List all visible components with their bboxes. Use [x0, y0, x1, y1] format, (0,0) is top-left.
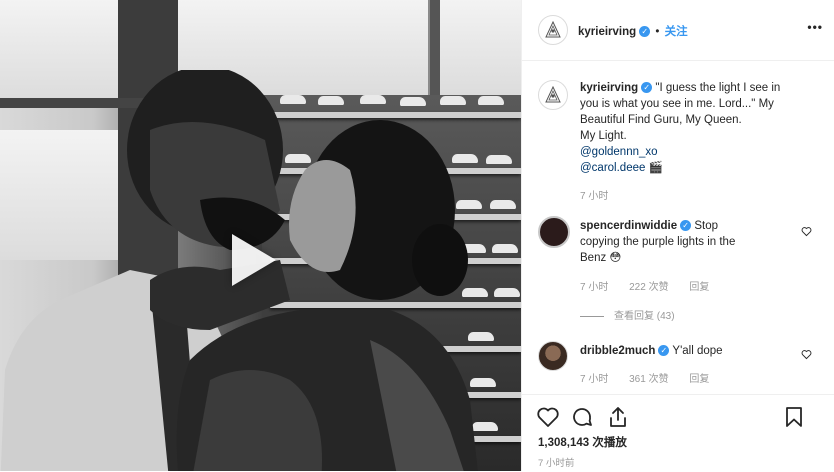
action-bar: 1,308,143 次播放 7 小时前 [522, 394, 834, 472]
verified-icon: ✓ [680, 220, 692, 232]
commenter-avatar[interactable] [538, 341, 568, 371]
avatar[interactable] [538, 15, 568, 45]
comment-username[interactable]: spencerdinwiddie [580, 220, 677, 232]
comment-username[interactable]: dribble2much [580, 345, 655, 357]
shoe [490, 200, 516, 209]
bookmark-icon[interactable] [782, 405, 806, 429]
view-replies-label[interactable]: 查看回复 (43) [614, 311, 675, 322]
username-link[interactable]: kyrieirving [578, 26, 636, 38]
caption-username[interactable]: kyrieirving [580, 82, 638, 94]
comment: dribble2much ✓ Y'all dope [580, 343, 790, 359]
more-options-button[interactable]: ••• [807, 20, 823, 34]
comment-time: 7 小时 [580, 282, 609, 293]
shoe [318, 96, 344, 105]
caption-time: 7 小时 [580, 191, 609, 202]
shoe [494, 288, 520, 297]
caption-line: "I guess the light I see in [655, 82, 781, 94]
window-right [440, 0, 521, 95]
caption: kyrieirving ✓ "I guess the light I see in… [580, 80, 825, 176]
play-icon[interactable] [232, 234, 276, 286]
shoe [440, 96, 466, 105]
verified-icon: ✓ [641, 82, 653, 94]
view-count[interactable]: 1,308,143 次播放 [538, 434, 627, 450]
shoe [492, 244, 518, 253]
comment-time: 7 小时 [580, 374, 609, 385]
woman-figure [150, 120, 478, 471]
separator-dot: • [655, 26, 660, 38]
shoe [478, 96, 504, 105]
shoe [400, 97, 426, 106]
post-header: kyrieirving ✓ • 关注 ••• [522, 0, 834, 61]
avatar[interactable] [538, 80, 568, 110]
verified-icon: ✓ [639, 26, 651, 38]
verified-icon: ✓ [658, 345, 670, 357]
comment-likes[interactable]: 222 次赞 [629, 282, 668, 293]
mention-link[interactable]: @goldennn_xo [580, 146, 658, 158]
comment-like-icon[interactable] [801, 226, 812, 237]
reply-button[interactable]: 回复 [689, 374, 709, 385]
comment-icon[interactable] [570, 405, 594, 429]
heart-icon[interactable] [536, 405, 560, 429]
logo-icon [545, 86, 561, 103]
window-frame-vert [430, 0, 440, 100]
post-side-panel: kyrieirving ✓ • 关注 ••• kyrieirving ✓ "I gu… [521, 0, 834, 471]
header-user: kyrieirving ✓ • 关注 [578, 23, 688, 39]
shoe [360, 95, 386, 104]
caption-line: My Light. [580, 130, 627, 142]
comment-meta: 7 小时 222 次赞 回复 [580, 278, 709, 293]
view-replies[interactable]: 查看回复 (43) [580, 307, 675, 322]
commenter-avatar[interactable] [538, 216, 570, 248]
caption-line: Beautiful Find Guru, My Queen. [580, 114, 742, 126]
caption-line: you is what you see in me. Lord..." My [580, 98, 774, 110]
replies-line [580, 315, 604, 317]
share-icon[interactable] [606, 405, 630, 429]
post-time: 7 小时前 [538, 458, 575, 469]
clapper-emoji: 🎬 [648, 162, 663, 174]
comment-text: Benz 😳 [580, 252, 622, 264]
comment-text: copying the purple lights in the [580, 236, 736, 248]
reply-button[interactable]: 回复 [689, 282, 709, 293]
follow-button[interactable]: 关注 [665, 26, 688, 38]
comment-text: Y'all dope [672, 345, 723, 357]
comment-like-icon[interactable] [801, 349, 812, 360]
comment-meta: 7 小时 361 次赞 回复 [580, 370, 709, 385]
comment: spencerdinwiddie ✓ Stop copying the purpl… [580, 218, 790, 266]
post-video[interactable] [0, 0, 521, 471]
logo-icon [545, 21, 561, 38]
comment-likes[interactable]: 361 次赞 [629, 374, 668, 385]
comment-text: Stop [694, 220, 719, 232]
mention-link[interactable]: @carol.deee [580, 162, 645, 174]
